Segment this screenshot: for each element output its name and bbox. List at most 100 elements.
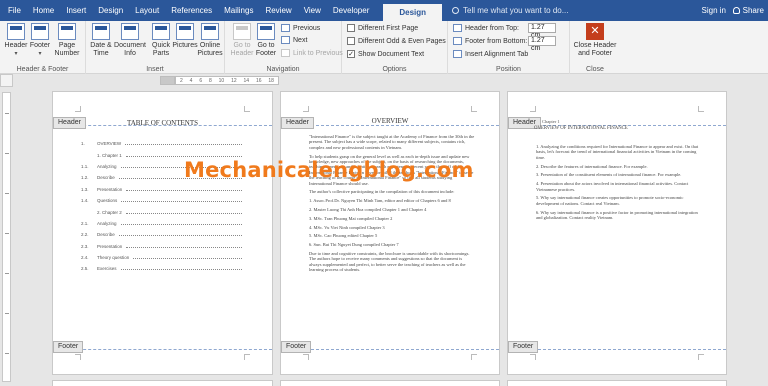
crop-mark xyxy=(244,354,250,360)
tell-me-box[interactable]: Tell me what you want to do... xyxy=(452,6,568,15)
footer-icon xyxy=(31,23,49,40)
toc-entry-number: 1. xyxy=(81,141,85,147)
quick-parts-icon xyxy=(152,23,170,40)
alignment-tab-icon xyxy=(453,50,462,58)
vertical-ruler[interactable] xyxy=(2,92,11,382)
toc-entry[interactable]: 2.3. Presentation xyxy=(81,241,246,252)
toc-entry[interactable]: 2. Chapter 2 xyxy=(81,206,246,217)
page-number-button[interactable]: Page Number xyxy=(52,23,82,58)
ruler-number: 8 xyxy=(208,78,212,84)
document-info-button[interactable]: Document Info xyxy=(113,23,147,58)
page-4[interactable] xyxy=(52,380,273,386)
insert-alignment-tab-button[interactable]: Insert Alignment Tab xyxy=(453,50,528,58)
header-position-icon xyxy=(453,24,462,32)
tab-mailings[interactable]: Mailings xyxy=(218,0,259,21)
different-first-page-label: Different First Page xyxy=(358,24,419,32)
toc-entry[interactable]: 1.4. Questions xyxy=(81,195,246,206)
crop-mark xyxy=(244,106,250,112)
page-6[interactable] xyxy=(507,380,727,386)
tab-home[interactable]: Home xyxy=(27,0,60,21)
toc-leader-dots xyxy=(121,199,242,203)
go-to-footer-button[interactable]: Go to Footer xyxy=(251,23,281,58)
chapter-body: 1. Analyzing the conditions required for… xyxy=(536,144,702,224)
toc-entry[interactable]: 2.1. Analyzing xyxy=(81,218,246,229)
footer-boundary xyxy=(508,349,726,350)
close-header-footer-button[interactable]: Close Header and Footer xyxy=(572,23,618,58)
header-icon xyxy=(7,23,25,40)
online-pictures-button[interactable]: Online Pictures xyxy=(195,23,225,58)
document-info-label-2: Info xyxy=(124,50,136,57)
horizontal-ruler[interactable]: 2 4 6 8 10 12 14 16 18 xyxy=(175,76,279,85)
date-time-button[interactable]: Date & Time xyxy=(86,23,116,58)
paragraph: 1. Assoc.Prof.Dr. Nguyen Thi Minh Tam, e… xyxy=(309,198,451,204)
footer-from-bottom-input[interactable]: 1.27 cm xyxy=(528,36,556,52)
page-2[interactable]: Header OVERVIEW "International Finance" … xyxy=(280,91,500,375)
crop-mark xyxy=(698,354,704,360)
next-button[interactable]: Next xyxy=(281,36,307,44)
ruler-tick xyxy=(5,273,9,274)
toc-leader-dots xyxy=(125,142,242,146)
tab-review[interactable]: Review xyxy=(259,0,297,21)
different-odd-even-option[interactable]: Different Odd & Even Pages xyxy=(347,37,446,45)
toc-entry-number: 2.4. xyxy=(81,255,89,261)
tab-layout[interactable]: Layout xyxy=(129,0,165,21)
footer-button[interactable]: Footer ▾ xyxy=(25,23,55,58)
different-odd-even-checkbox[interactable] xyxy=(347,37,355,45)
tab-insert[interactable]: Insert xyxy=(60,0,92,21)
close-label-2: and Footer xyxy=(578,50,612,57)
page-5[interactable] xyxy=(280,380,500,386)
group-label-header-footer: Header & Footer xyxy=(16,66,69,73)
next-icon xyxy=(281,36,290,44)
sign-in-link[interactable]: Sign in xyxy=(702,0,726,21)
crop-mark xyxy=(471,106,477,112)
toc-entry[interactable]: 1. OVERVIEW xyxy=(81,138,246,149)
ruler-number: 18 xyxy=(268,78,274,84)
toc-entry-text: Presentation xyxy=(97,186,123,192)
tab-file[interactable]: File xyxy=(0,0,27,21)
ribbon: Header ▾ Footer ▾ Page Number Header & F… xyxy=(0,21,768,74)
toc-entry-text: Describe xyxy=(97,232,115,238)
crop-mark xyxy=(303,354,309,360)
toc-entry[interactable]: 2.5. Exercises xyxy=(81,263,246,274)
ruler-number: 6 xyxy=(199,78,203,84)
lightbulb-icon xyxy=(452,7,460,14)
group-label-insert: Insert xyxy=(146,66,164,73)
close-label-1: Close Header xyxy=(573,42,617,49)
paragraph: "International Finance" is the subject t… xyxy=(309,134,475,150)
header-from-top-input[interactable]: 1.27 cm xyxy=(528,23,556,39)
show-document-text-option[interactable]: ✓ Show Document Text xyxy=(347,50,424,58)
ruler-corner[interactable] xyxy=(0,74,13,87)
page-3[interactable]: Chapter 1 Header OVERVIEW OF INTERNATION… xyxy=(507,91,727,375)
ruler-number: 16 xyxy=(255,78,262,84)
toc-entry-number: 1.4. xyxy=(81,198,89,204)
tab-developer[interactable]: Developer xyxy=(327,0,375,21)
different-first-page-option[interactable]: Different First Page xyxy=(347,24,418,32)
tab-design[interactable]: Design xyxy=(92,0,129,21)
go-to-footer-icon xyxy=(257,23,275,40)
link-to-previous-button[interactable]: Link to Previous xyxy=(281,49,343,57)
ruler-number: 12 xyxy=(231,78,237,84)
toc-entry-number: 2.2. xyxy=(81,232,89,238)
group-label-navigation: Navigation xyxy=(266,66,300,73)
toc-leader-dots xyxy=(125,211,242,214)
different-first-page-checkbox[interactable] xyxy=(347,24,355,32)
paragraph: 6. Sun. Bui Thi Nguyet Dung compiled Cha… xyxy=(309,242,399,248)
document-info-label-1: Document xyxy=(114,42,146,49)
share-button[interactable]: Share xyxy=(732,0,764,21)
word-window: File Home Insert Design Layout Reference… xyxy=(0,0,768,386)
group-header-footer: Header ▾ Footer ▾ Page Number Header & F… xyxy=(0,21,86,74)
share-label: Share xyxy=(742,6,764,15)
crop-mark xyxy=(698,106,704,112)
toc-entry[interactable]: 2.4. Theory question xyxy=(81,252,246,263)
show-document-text-checkbox[interactable]: ✓ xyxy=(347,50,355,58)
date-time-label-2: Time xyxy=(93,50,109,57)
paragraph: 4. Presentation about the actors involve… xyxy=(536,181,689,192)
tab-view[interactable]: View xyxy=(298,0,327,21)
toc-entry[interactable]: 2.2. Describe xyxy=(81,229,246,240)
previous-button[interactable]: Previous xyxy=(281,24,320,32)
calendar-icon xyxy=(92,23,110,40)
tab-references[interactable]: References xyxy=(165,0,218,21)
page-1[interactable]: Header TABLE OF CONTENTS 1. OVERVIEW 1. Ch… xyxy=(52,91,273,375)
tab-header-footer-design[interactable]: Design xyxy=(383,4,443,21)
toc-entry[interactable]: 1.3. Presentation xyxy=(81,184,246,195)
